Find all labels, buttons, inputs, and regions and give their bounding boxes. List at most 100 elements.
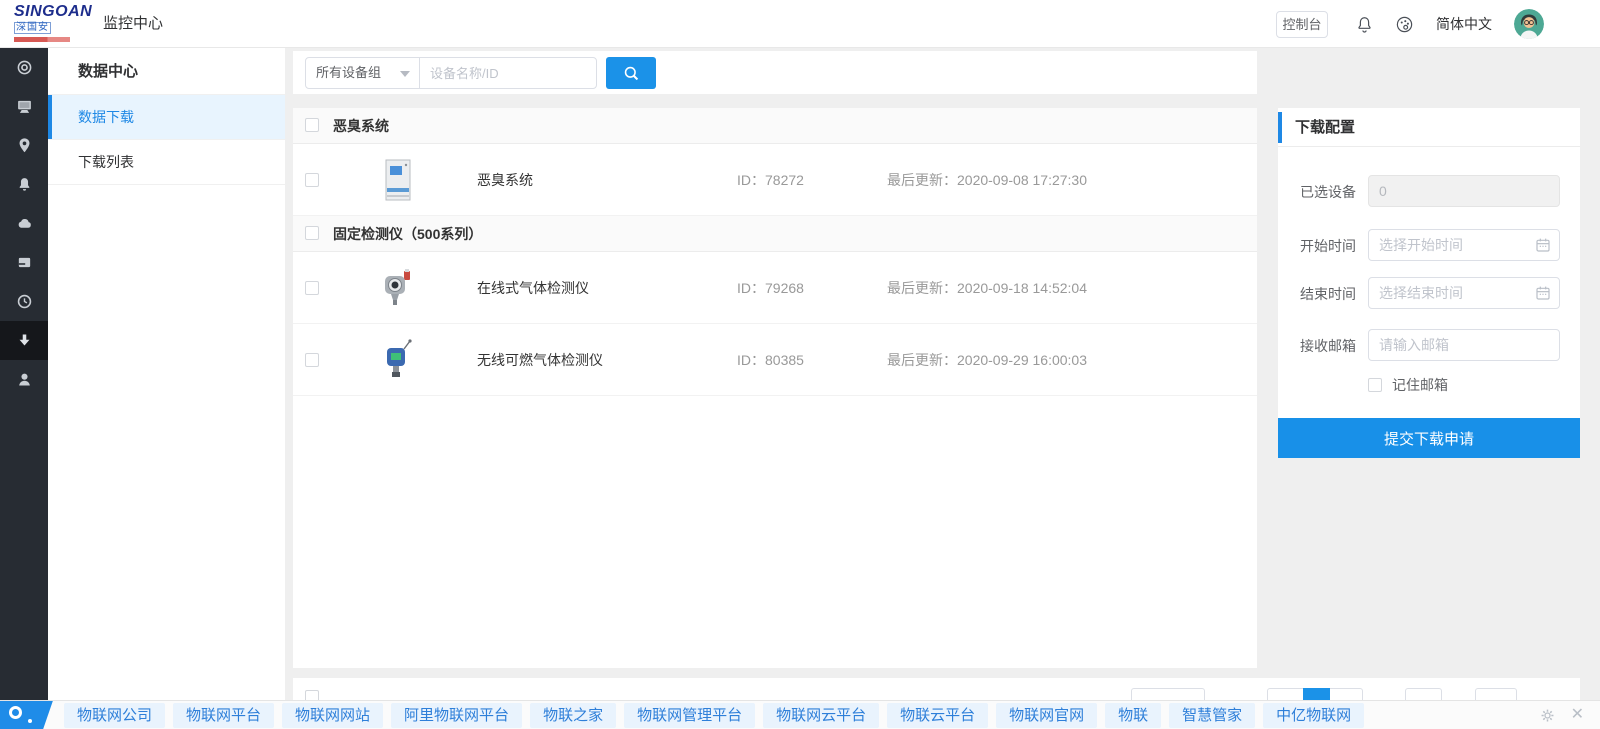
device-name: 在线式气体检测仪 xyxy=(477,252,589,324)
top-bar: SINGOAN 深国安 监控中心 控制台 简体中文 xyxy=(0,0,1600,48)
sidebar-item-download-list[interactable]: 下载列表 xyxy=(48,140,285,185)
linkbar-controls: ✕ xyxy=(1540,707,1600,723)
clock-icon xyxy=(16,293,33,310)
rail-item-map[interactable] xyxy=(0,126,48,165)
sidebar-section-title: 数据中心 xyxy=(48,48,285,95)
selected-devices-label: 已选设备 xyxy=(1300,175,1364,209)
rail-item-screens[interactable] xyxy=(0,87,48,126)
device-last-update: 最后更新：2020-09-29 16:00:03 xyxy=(887,324,1087,396)
start-time-input[interactable] xyxy=(1368,229,1560,261)
selected-devices-field: 已选设备 xyxy=(1278,175,1580,209)
footer-link[interactable]: 物联之家 xyxy=(530,703,616,728)
start-time-field: 开始时间 xyxy=(1278,229,1580,263)
storage-card-icon xyxy=(16,254,33,271)
device-id: ID：80385 xyxy=(737,324,804,396)
footer-link[interactable]: 物联 xyxy=(1105,703,1161,728)
theme-palette-icon[interactable] xyxy=(1395,15,1414,34)
download-config-title-row: 下载配置 xyxy=(1278,108,1580,147)
calendar-icon[interactable] xyxy=(1535,237,1551,253)
brand-text: SINGOAN xyxy=(14,3,92,20)
device-group-select[interactable]: 所有设备组 xyxy=(305,57,420,89)
linkbar-logo xyxy=(0,701,54,729)
logo-dot-icon xyxy=(28,719,32,723)
search-bar: 所有设备组 xyxy=(293,51,1257,94)
device-row: 在线式气体检测仪 ID：79268 最后更新：2020-09-18 14:52:… xyxy=(293,252,1257,324)
group-checkbox[interactable] xyxy=(305,226,319,240)
email-label: 接收邮箱 xyxy=(1300,329,1364,363)
device-row: 无线可燃气体检测仪 ID：80385 最后更新：2020-09-29 16:00… xyxy=(293,324,1257,396)
language-switch[interactable]: 简体中文 xyxy=(1436,0,1492,48)
footer-link[interactable]: 物联网管理平台 xyxy=(624,703,755,728)
bell-icon xyxy=(16,176,33,193)
selected-devices-count-input xyxy=(1368,175,1560,207)
download-config-panel: 下载配置 已选设备 开始时间 结束时间 xyxy=(1278,108,1580,458)
rail-item-download[interactable] xyxy=(0,321,48,360)
remember-email-label: 记住邮箱 xyxy=(1392,376,1448,394)
cloud-icon xyxy=(16,215,33,232)
rail-item-account[interactable] xyxy=(0,360,48,399)
footer-link[interactable]: 物联云平台 xyxy=(887,703,988,728)
location-pin-icon xyxy=(16,137,33,154)
group-name: 固定检测仪（500系列） xyxy=(333,216,482,252)
user-avatar[interactable] xyxy=(1514,9,1544,39)
device-name: 无线可燃气体检测仪 xyxy=(477,324,603,396)
rail-item-cloud[interactable] xyxy=(0,204,48,243)
rail-item-storage[interactable] xyxy=(0,243,48,282)
bottom-link-bar: 物联网公司 物联网平台 物联网网站 阿里物联网平台 物联之家 物联网管理平台 物… xyxy=(0,700,1600,729)
submit-download-button[interactable]: 提交下载申请 xyxy=(1278,418,1580,458)
console-button[interactable]: 控制台 xyxy=(1276,11,1328,38)
search-icon xyxy=(622,64,641,83)
device-image-wireless-detector xyxy=(383,338,413,382)
device-last-update: 最后更新：2020-09-18 14:52:04 xyxy=(887,252,1087,324)
device-checkbox[interactable] xyxy=(305,281,319,295)
end-time-field: 结束时间 xyxy=(1278,277,1580,311)
device-last-update: 最后更新：2020-09-08 17:27:30 xyxy=(887,144,1087,216)
device-search-input[interactable] xyxy=(419,57,597,89)
page-title: 监控中心 xyxy=(103,0,163,48)
secondary-sidebar: 数据中心 数据下载 下载列表 xyxy=(48,48,285,729)
device-row: 恶臭系统 ID：78272 最后更新：2020-09-08 17:27:30 xyxy=(293,144,1257,216)
notification-bell-icon[interactable] xyxy=(1355,15,1374,34)
device-checkbox[interactable] xyxy=(305,173,319,187)
device-group-header: 固定检测仪（500系列） xyxy=(293,216,1257,252)
footer-link[interactable]: 中亿物联网 xyxy=(1263,703,1364,728)
device-list-panel: 恶臭系统 恶臭系统 ID：78272 最后更新：2020-09-08 17:27… xyxy=(293,108,1257,668)
group-checkbox[interactable] xyxy=(305,118,319,132)
icon-rail xyxy=(0,48,48,729)
brand-subtext: 深国安 xyxy=(14,22,100,34)
rail-item-alarms[interactable] xyxy=(0,165,48,204)
download-arrow-icon xyxy=(16,332,33,349)
logo-ring-icon xyxy=(9,706,22,719)
chevron-down-icon xyxy=(400,71,410,77)
rail-item-history[interactable] xyxy=(0,282,48,321)
rail-item-monitor-overview[interactable] xyxy=(0,48,48,87)
app-root: SINGOAN 深国安 监控中心 控制台 简体中文 xyxy=(0,0,1600,729)
footer-link[interactable]: 智慧管家 xyxy=(1169,703,1255,728)
footer-link[interactable]: 物联网云平台 xyxy=(763,703,879,728)
end-time-label: 结束时间 xyxy=(1300,277,1364,311)
footer-link[interactable]: 阿里物联网平台 xyxy=(391,703,522,728)
logo-tagline-stripe xyxy=(14,37,70,42)
device-id: ID：79268 xyxy=(737,252,804,324)
footer-link[interactable]: 物联网公司 xyxy=(64,703,165,728)
calendar-icon[interactable] xyxy=(1535,285,1551,301)
email-input[interactable] xyxy=(1368,329,1560,361)
device-id: ID：78272 xyxy=(737,144,804,216)
device-name: 恶臭系统 xyxy=(477,144,533,216)
device-image-odor-system xyxy=(383,158,413,202)
search-button[interactable] xyxy=(606,57,656,89)
end-time-input[interactable] xyxy=(1368,277,1560,309)
footer-link[interactable]: 物联网平台 xyxy=(173,703,274,728)
settings-gear-icon[interactable] xyxy=(1540,708,1555,723)
footer-link[interactable]: 物联网官网 xyxy=(996,703,1097,728)
monitor-icon xyxy=(16,98,33,115)
linkbar-links: 物联网公司 物联网平台 物联网网站 阿里物联网平台 物联之家 物联网管理平台 物… xyxy=(64,703,1364,728)
remember-email-checkbox[interactable] xyxy=(1368,378,1382,392)
sidebar-item-data-download[interactable]: 数据下载 xyxy=(48,95,285,140)
start-time-label: 开始时间 xyxy=(1300,229,1364,263)
group-name: 恶臭系统 xyxy=(333,108,389,144)
close-icon[interactable]: ✕ xyxy=(1571,707,1584,723)
device-group-header: 恶臭系统 xyxy=(293,108,1257,144)
footer-link[interactable]: 物联网网站 xyxy=(282,703,383,728)
device-checkbox[interactable] xyxy=(305,353,319,367)
